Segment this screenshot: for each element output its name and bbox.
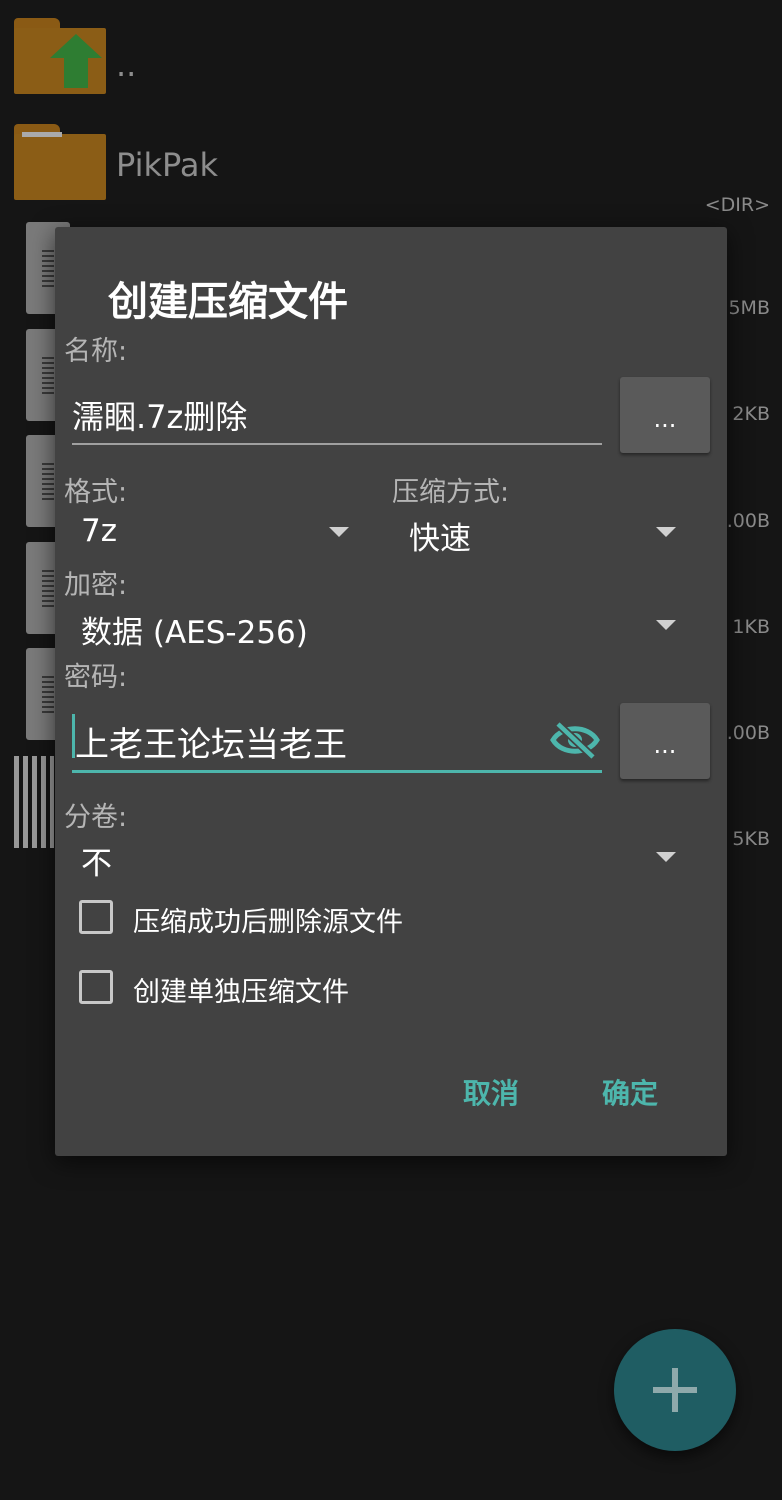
file-size: 2KB (732, 403, 770, 425)
separate-archive-checkbox[interactable] (79, 970, 113, 1004)
encryption-select[interactable]: 数据 (AES-256) (81, 607, 308, 652)
file-size: 5MB (728, 297, 770, 319)
password-options-button[interactable]: ... (620, 703, 710, 779)
format-label: 格式: (64, 477, 128, 508)
browse-name-button[interactable]: ... (620, 377, 710, 453)
eye-off-icon[interactable] (550, 720, 600, 760)
create-archive-dialog: 创建压缩文件 名称: 濡睏.7z删除 ... 格式: 7z 压缩方式: 快速 加… (55, 227, 727, 1156)
encryption-dropdown-icon[interactable] (656, 620, 676, 630)
ok-button[interactable]: 确定 (602, 1072, 658, 1112)
delete-source-checkbox[interactable] (79, 900, 113, 934)
file-row-parent[interactable]: .. (0, 18, 782, 98)
format-select[interactable]: 7z (81, 513, 117, 549)
screen: .. PikPak <DIR> 5MB 2KB .00B 1KB .00B 5K… (0, 0, 782, 1500)
separate-archive-label[interactable]: 创建单独压缩文件 (133, 970, 349, 1009)
folder-icon (14, 124, 106, 200)
file-name: PikPak (116, 146, 219, 184)
folder-up-icon (14, 18, 106, 94)
format-dropdown-icon[interactable] (329, 527, 349, 537)
delete-source-label[interactable]: 压缩成功后删除源文件 (133, 900, 403, 939)
file-size: 5KB (732, 828, 770, 850)
qr-code-icon (14, 756, 54, 848)
method-label: 压缩方式: (392, 477, 510, 508)
method-select[interactable]: 快速 (409, 513, 471, 558)
cancel-button[interactable]: 取消 (463, 1072, 519, 1112)
password-input-underline (72, 770, 602, 773)
file-size: .00B (726, 722, 770, 744)
file-size: .00B (726, 510, 770, 532)
name-input-underline (72, 443, 602, 445)
password-label: 密码: (64, 662, 128, 693)
password-input[interactable]: 上老王论坛当老王 (75, 717, 347, 766)
volume-label: 分卷: (64, 802, 128, 833)
file-row-pikpak[interactable]: PikPak <DIR> (0, 124, 782, 216)
name-label: 名称: (64, 336, 128, 367)
encryption-label: 加密: (64, 570, 128, 601)
name-input[interactable]: 濡睏.7z删除 (72, 392, 247, 438)
volume-dropdown-icon[interactable] (656, 852, 676, 862)
volume-select[interactable]: 不 (81, 838, 112, 883)
file-size: 1KB (732, 616, 770, 638)
dialog-title: 创建压缩文件 (108, 279, 348, 325)
add-fab-button[interactable] (614, 1329, 736, 1451)
method-dropdown-icon[interactable] (656, 527, 676, 537)
file-name: .. (116, 46, 137, 84)
file-meta: <DIR> (704, 194, 770, 216)
